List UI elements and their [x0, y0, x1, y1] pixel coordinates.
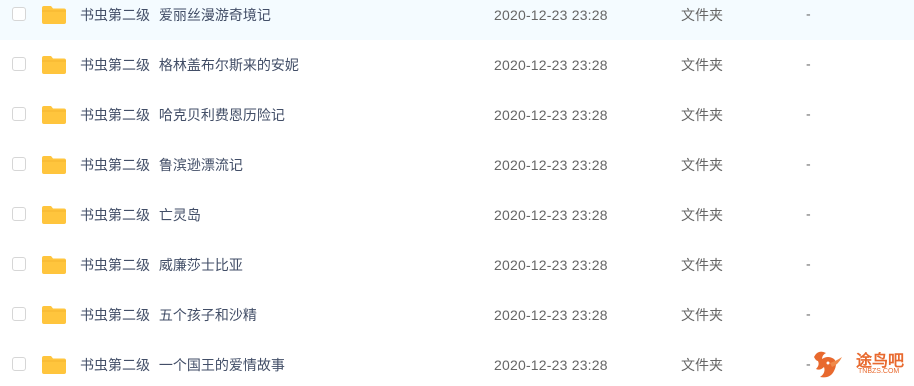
file-type: 文件夹 [681, 158, 723, 174]
modified-date: 2020-12-23 23:28 [494, 7, 608, 23]
folder-icon [42, 306, 66, 324]
site-watermark: 途鸟吧 TNBZS.COM [808, 343, 908, 383]
modified-date: 2020-12-23 23:28 [494, 107, 608, 123]
file-row[interactable]: 书虫第二级 一个国王的爱情故事 2020-12-23 23:28 文件夹 - [0, 340, 914, 386]
folder-icon [42, 156, 66, 174]
file-name[interactable]: 书虫第二级 一个国王的爱情故事 [80, 355, 285, 375]
file-type: 文件夹 [681, 258, 723, 274]
modified-date: 2020-12-23 23:28 [494, 57, 608, 73]
modified-date: 2020-12-23 23:28 [494, 257, 608, 273]
file-size: - [806, 57, 811, 73]
file-list: 书虫第二级 爱丽丝漫游奇境记 2020-12-23 23:28 文件夹 - 书虫… [0, 0, 914, 386]
file-name[interactable]: 书虫第二级 格林盖布尔斯来的安妮 [80, 55, 299, 75]
modified-date: 2020-12-23 23:28 [494, 157, 608, 173]
file-type: 文件夹 [681, 358, 723, 374]
file-name[interactable]: 书虫第二级 爱丽丝漫游奇境记 [80, 5, 271, 25]
modified-date: 2020-12-23 23:28 [494, 207, 608, 223]
row-checkbox[interactable] [12, 357, 26, 371]
file-size: - [806, 107, 811, 123]
file-size: - [806, 307, 811, 323]
file-row[interactable]: 书虫第二级 亡灵岛 2020-12-23 23:28 文件夹 - [0, 190, 914, 240]
folder-icon [42, 356, 66, 374]
file-size: - [806, 7, 811, 23]
file-type: 文件夹 [681, 8, 723, 24]
file-row[interactable]: 书虫第二级 格林盖布尔斯来的安妮 2020-12-23 23:28 文件夹 - [0, 40, 914, 90]
folder-icon [42, 256, 66, 274]
file-row[interactable]: 书虫第二级 哈克贝利费恩历险记 2020-12-23 23:28 文件夹 - [0, 90, 914, 140]
file-size: - [806, 157, 811, 173]
file-name[interactable]: 书虫第二级 鲁滨逊漂流记 [80, 155, 243, 175]
file-type: 文件夹 [681, 208, 723, 224]
row-checkbox[interactable] [12, 207, 26, 221]
file-name[interactable]: 书虫第二级 威廉莎士比亚 [80, 255, 243, 275]
file-name[interactable]: 书虫第二级 亡灵岛 [80, 205, 201, 225]
file-row[interactable]: 书虫第二级 鲁滨逊漂流记 2020-12-23 23:28 文件夹 - [0, 140, 914, 190]
file-row[interactable]: 书虫第二级 爱丽丝漫游奇境记 2020-12-23 23:28 文件夹 - [0, 0, 914, 40]
file-type: 文件夹 [681, 58, 723, 74]
file-size: - [806, 257, 811, 273]
modified-date: 2020-12-23 23:28 [494, 307, 608, 323]
folder-icon [42, 56, 66, 74]
watermark-domain: TNBZS.COM [858, 368, 900, 375]
file-row[interactable]: 书虫第二级 五个孩子和沙精 2020-12-23 23:28 文件夹 - [0, 290, 914, 340]
file-row[interactable]: 书虫第二级 威廉莎士比亚 2020-12-23 23:28 文件夹 - [0, 240, 914, 290]
file-size: - [806, 207, 811, 223]
folder-icon [42, 106, 66, 124]
file-type: 文件夹 [681, 308, 723, 324]
file-type: 文件夹 [681, 108, 723, 124]
row-checkbox[interactable] [12, 257, 26, 271]
row-checkbox[interactable] [12, 157, 26, 171]
file-name[interactable]: 书虫第二级 五个孩子和沙精 [80, 305, 257, 325]
file-name[interactable]: 书虫第二级 哈克贝利费恩历险记 [80, 105, 285, 125]
row-checkbox[interactable] [12, 107, 26, 121]
row-checkbox[interactable] [12, 7, 26, 21]
row-checkbox[interactable] [12, 307, 26, 321]
folder-icon [42, 206, 66, 224]
folder-icon [42, 6, 66, 24]
row-checkbox[interactable] [12, 57, 26, 71]
bird-logo-icon [814, 351, 842, 378]
modified-date: 2020-12-23 23:28 [494, 357, 608, 373]
